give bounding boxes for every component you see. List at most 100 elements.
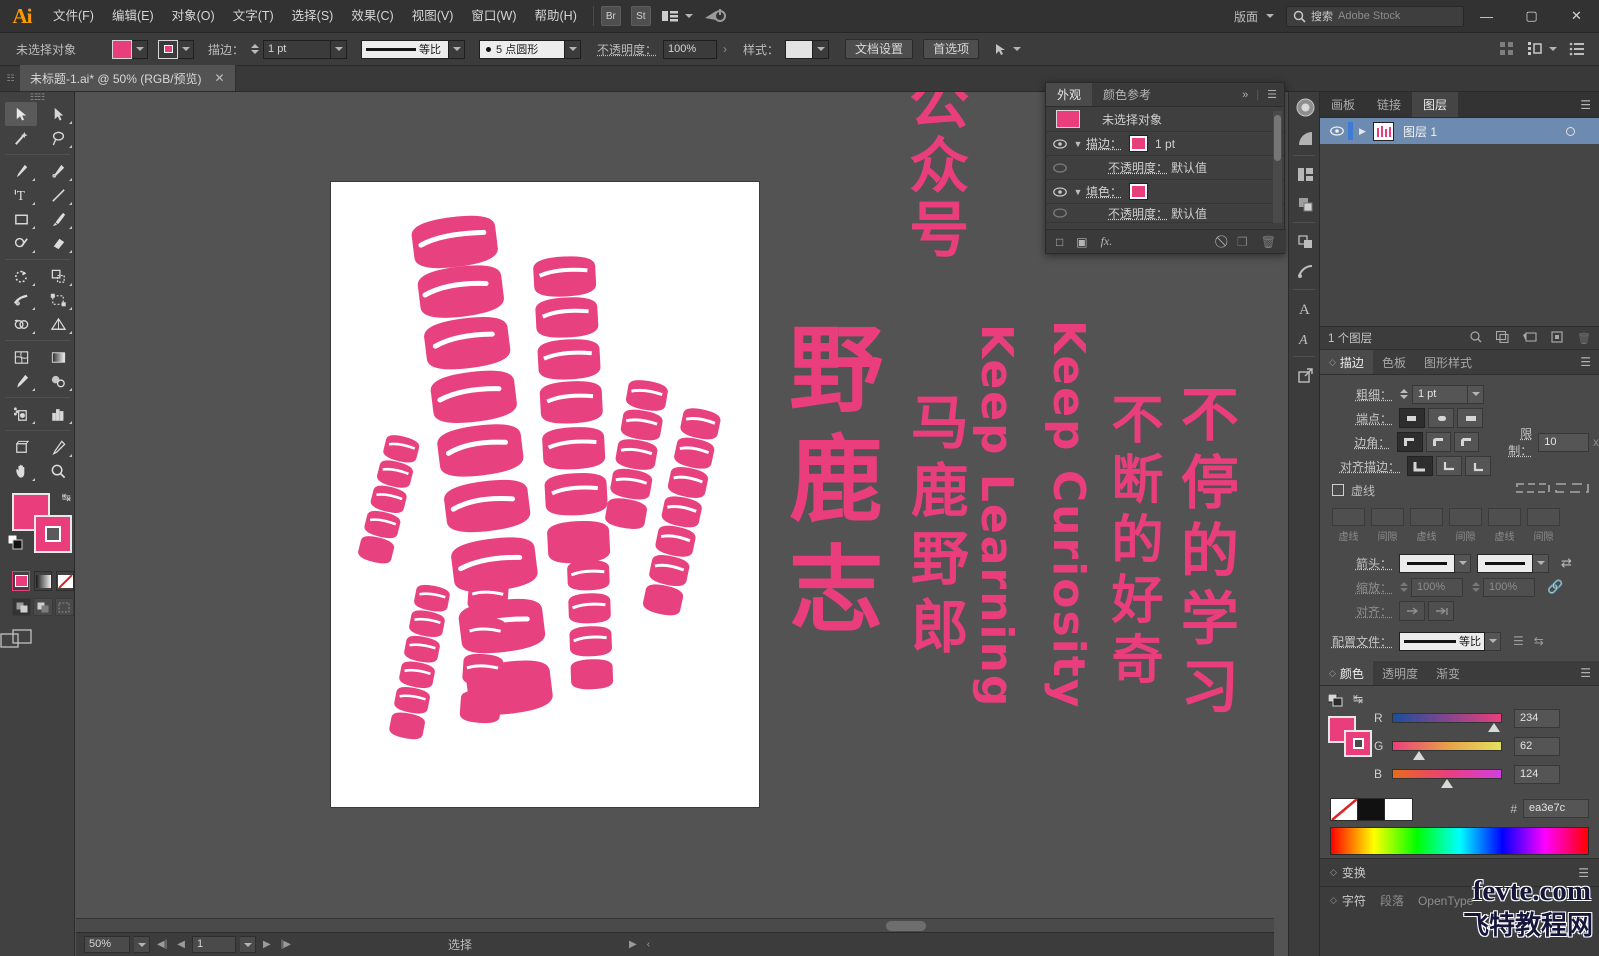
menu-effect[interactable]: 效果(C) bbox=[342, 0, 402, 33]
workspace-switcher[interactable]: 版面 bbox=[1234, 8, 1274, 25]
appearance-stroke-weight[interactable]: 1 pt bbox=[1155, 137, 1175, 151]
opacity-input[interactable]: 100% bbox=[663, 39, 718, 59]
stroke-weight-input[interactable]: 1 pt bbox=[1412, 384, 1468, 404]
artwork-text-maluyelang[interactable]: 马鹿野郎 bbox=[901, 392, 969, 664]
appearance-panel[interactable]: 外观 颜色参考 » | ☰ 未选择对象 ▼ 描边： 1 pt 不透明度： 默认值… bbox=[1045, 82, 1286, 254]
none-mode-icon[interactable] bbox=[56, 571, 74, 591]
menu-object[interactable]: 对象(O) bbox=[163, 0, 224, 33]
shaper-tool[interactable] bbox=[5, 231, 37, 255]
transform-panel-icon[interactable] bbox=[1289, 256, 1321, 286]
dash-field-1[interactable]: 虚线 bbox=[1332, 508, 1365, 543]
color-mode-icon[interactable] bbox=[12, 571, 30, 591]
tab-grip-icon[interactable]: ☷ bbox=[0, 65, 20, 91]
expand-panel-icon[interactable]: » bbox=[1242, 89, 1248, 101]
character-styles-icon[interactable]: A bbox=[1289, 323, 1321, 353]
zoom-level-dropdown[interactable] bbox=[134, 936, 150, 953]
appearance-row-fill[interactable]: ▼ 填色： bbox=[1046, 180, 1284, 204]
window-minimize-button[interactable]: — bbox=[1464, 0, 1509, 33]
eye-dim-icon[interactable] bbox=[1050, 162, 1070, 173]
eyedropper-tool[interactable] bbox=[5, 369, 37, 393]
locate-object-icon[interactable] bbox=[1470, 330, 1482, 346]
appearance-row-stroke-opacity[interactable]: 不透明度： 默认值 bbox=[1046, 156, 1284, 180]
create-new-layer-icon[interactable] bbox=[1551, 330, 1563, 346]
tab-stroke[interactable]: ◇ 描边 bbox=[1320, 350, 1373, 374]
arrowhead-start-dropdown[interactable] bbox=[1455, 553, 1471, 573]
paragraph-section-label[interactable]: 段落 bbox=[1380, 892, 1404, 909]
eraser-tool[interactable] bbox=[42, 231, 74, 255]
align-panel-icon[interactable] bbox=[1289, 189, 1321, 219]
align-stroke-outside-icon[interactable] bbox=[1465, 456, 1491, 476]
width-tool[interactable] bbox=[5, 288, 37, 312]
eye-dim-icon[interactable] bbox=[1050, 208, 1070, 218]
symbol-sprayer-tool[interactable] bbox=[5, 402, 37, 426]
arrowhead-end-select[interactable] bbox=[1477, 553, 1533, 573]
stroke-profile-dropdown[interactable] bbox=[449, 39, 466, 59]
gradient-tool[interactable] bbox=[42, 345, 74, 369]
menu-edit[interactable]: 编辑(E) bbox=[103, 0, 163, 33]
delete-item-icon[interactable]: 🗑 bbox=[1261, 235, 1276, 249]
scale-tool[interactable] bbox=[42, 264, 74, 288]
appearance-stroke-swatch[interactable] bbox=[1129, 135, 1149, 152]
menu-file[interactable]: 文件(F) bbox=[44, 0, 103, 33]
channel-value-b[interactable]: 124 bbox=[1514, 764, 1560, 784]
add-new-stroke-icon[interactable]: □ bbox=[1056, 235, 1063, 249]
zoom-tool[interactable] bbox=[42, 459, 74, 483]
channel-slider-g[interactable] bbox=[1392, 741, 1502, 760]
canvas-horizontal-scroll-thumb[interactable] bbox=[886, 921, 926, 931]
blend-tool[interactable] bbox=[42, 369, 74, 393]
panel-menu-icon[interactable]: ☰ bbox=[1580, 350, 1599, 374]
search-adobe-stock[interactable]: 搜索 Adobe Stock bbox=[1286, 5, 1464, 27]
appearance-scrollbar[interactable] bbox=[1273, 111, 1282, 223]
dash-field-3[interactable]: 虚线 bbox=[1410, 508, 1443, 543]
channel-slider-b[interactable] bbox=[1392, 769, 1502, 788]
prev-page-icon[interactable]: ◀ bbox=[174, 939, 188, 950]
target-circle-icon[interactable] bbox=[1566, 126, 1575, 136]
artwork-text-gongzhonghao[interactable]: 公众号 bbox=[899, 92, 969, 262]
preferences-button[interactable]: 首选项 bbox=[923, 39, 980, 59]
direct-selection-tool[interactable] bbox=[42, 102, 74, 126]
tab-layers[interactable]: 图层 bbox=[1412, 92, 1459, 117]
channel-value-g[interactable]: 62 bbox=[1514, 736, 1560, 756]
stroke-weight-stepper[interactable] bbox=[1399, 385, 1409, 404]
flip-across-icon[interactable]: ☰ bbox=[1513, 634, 1524, 648]
white-swatch-icon[interactable] bbox=[1385, 799, 1412, 820]
canvas-horizontal-scrollbar[interactable] bbox=[76, 918, 1274, 932]
dash-field-6[interactable]: 间隙 bbox=[1527, 508, 1560, 543]
dash-field-4[interactable]: 间隙 bbox=[1449, 508, 1482, 543]
eye-icon[interactable] bbox=[1050, 186, 1070, 197]
draw-normal-icon[interactable] bbox=[12, 598, 32, 616]
gradient-mode-icon[interactable] bbox=[34, 571, 52, 591]
document-setup-button[interactable]: 文档设置 bbox=[845, 39, 914, 59]
close-icon[interactable]: ✕ bbox=[215, 71, 225, 85]
menu-window[interactable]: 窗口(W) bbox=[462, 0, 525, 33]
sync-settings-icon[interactable] bbox=[703, 6, 727, 26]
screen-mode-icon[interactable] bbox=[0, 628, 34, 650]
dash-field-5[interactable]: 虚线 bbox=[1488, 508, 1521, 543]
artwork-text-butingdexuexi[interactable]: 不停的学习 bbox=[1171, 384, 1239, 724]
appearance-row-stroke[interactable]: ▼ 描边： 1 pt bbox=[1046, 132, 1284, 156]
artboard-tool[interactable] bbox=[5, 435, 37, 459]
artwork-text-yeluzhi[interactable]: 野鹿志 bbox=[773, 320, 882, 650]
mesh-tool[interactable] bbox=[5, 345, 37, 369]
tab-swatches[interactable]: 色板 bbox=[1373, 350, 1415, 374]
layer-row[interactable]: ▶ 图层 1 bbox=[1320, 118, 1599, 144]
draw-behind-icon[interactable] bbox=[33, 598, 53, 616]
appearance-fill-swatch[interactable] bbox=[1129, 183, 1149, 200]
butt-cap-icon[interactable] bbox=[1399, 408, 1425, 428]
color-panel-stroke-swatch[interactable] bbox=[1344, 730, 1372, 757]
page-number-dropdown[interactable] bbox=[240, 936, 256, 953]
color-wheel-icon[interactable] bbox=[1289, 92, 1321, 122]
next-page-icon[interactable]: ▶ bbox=[260, 939, 274, 950]
menu-select[interactable]: 选择(S) bbox=[283, 0, 343, 33]
glyphs-panel-icon[interactable]: A bbox=[1289, 293, 1321, 323]
black-swatch-icon[interactable] bbox=[1358, 799, 1385, 820]
make-clipping-mask-icon[interactable] bbox=[1495, 330, 1509, 346]
brush-dropdown[interactable] bbox=[565, 39, 582, 59]
list-options-icon[interactable] bbox=[1569, 42, 1585, 56]
tab-artboards[interactable]: 画板 bbox=[1320, 92, 1366, 117]
channel-knob-r[interactable] bbox=[1488, 723, 1500, 732]
stroke-weight-stepper[interactable] bbox=[250, 40, 260, 59]
stroke-dropdown-button[interactable] bbox=[178, 39, 194, 59]
column-graph-tool[interactable] bbox=[42, 402, 74, 426]
artwork-text-keep-learning[interactable]: Keep Learning bbox=[971, 324, 1022, 708]
